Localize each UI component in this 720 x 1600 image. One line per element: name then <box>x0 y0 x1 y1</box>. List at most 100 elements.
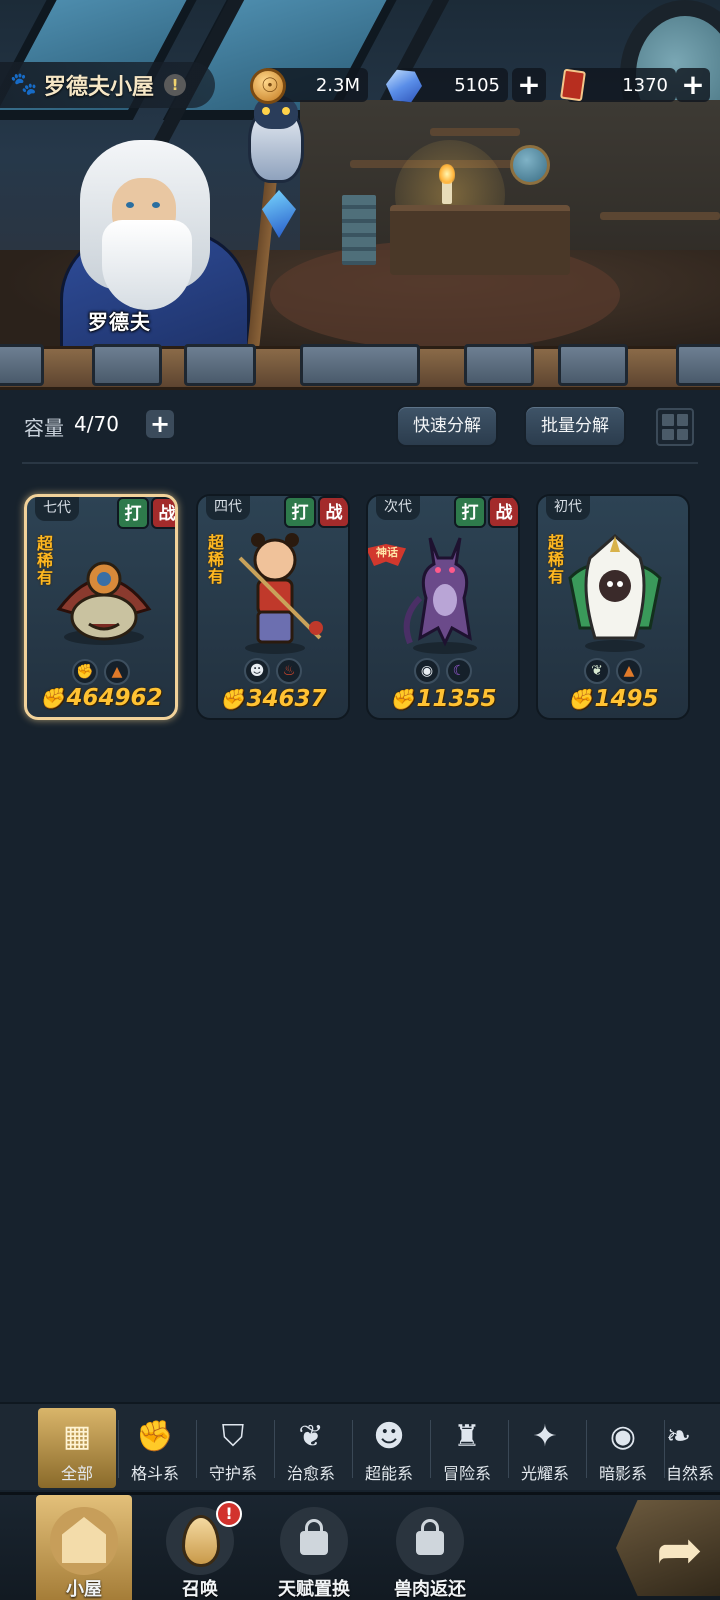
filter-label: 守护系 <box>208 1464 257 1483</box>
sprout-icon: ❦ <box>298 1419 324 1454</box>
power-icon: ✊ <box>219 687 245 711</box>
filter-healing[interactable]: ❦ 治愈系 <box>272 1408 350 1488</box>
nav-summon[interactable]: ! 召唤 <box>152 1495 248 1600</box>
rail-stone <box>464 344 534 386</box>
pet-card[interactable]: 初代 超稀有 ❦ ▲ ✊1495 <box>536 494 690 720</box>
nav-cabin[interactable]: 小屋 <box>36 1495 132 1600</box>
power-icon: ✊ <box>39 686 65 710</box>
ticket-value: 1370 <box>622 74 668 96</box>
inventory-controls: 容量 4/70 + 快速分解 批量分解 <box>0 400 720 460</box>
top-bar: 🐾 罗德夫小屋 ! 2.3M 5105 + 1370 + <box>0 62 720 110</box>
fire-icon: ♨ <box>276 658 302 684</box>
generation-label: 次代 <box>376 496 420 520</box>
nav-meat-return[interactable]: 兽肉返还 <box>382 1495 478 1600</box>
info-icon[interactable]: ! <box>164 74 187 96</box>
lock-icon <box>396 1507 464 1575</box>
filter-label: 全部 <box>60 1464 93 1483</box>
grid-view-toggle[interactable] <box>656 408 694 446</box>
lantern-icon: ♜ <box>453 1419 481 1454</box>
wall-shelf <box>600 212 720 220</box>
filter-radiant[interactable]: ✦ 光耀系 <box>506 1408 584 1488</box>
section-divider <box>22 462 698 464</box>
rock-icon: ▲ <box>104 659 130 685</box>
wizard-beard <box>102 220 192 310</box>
alien-icon: ☻ <box>373 1419 405 1454</box>
tag-fight: 战 <box>318 496 348 528</box>
filter-shadow[interactable]: ◉ 暗影系 <box>584 1408 662 1488</box>
filter-label: 超能系 <box>364 1464 413 1483</box>
go-button[interactable]: ➦ <box>616 1500 720 1596</box>
nav-label: 小屋 <box>66 1579 102 1600</box>
filter-adventure[interactable]: ♜ 冒险系 <box>428 1408 506 1488</box>
title-plate: 🐾 罗德夫小屋 ! <box>0 62 215 108</box>
bottom-nav: 小屋 ! 召唤 天赋置换 兽肉返还 <box>0 1492 720 1600</box>
add-gems-button[interactable]: + <box>512 68 546 102</box>
all-blocks-icon: ▦ <box>62 1419 92 1454</box>
wall-shelf <box>430 128 520 136</box>
filter-label: 自然系 <box>666 1464 715 1483</box>
nav-talent-swap[interactable]: 天赋置换 <box>266 1495 362 1600</box>
quick-decompose-button[interactable]: 快速分解 <box>396 405 498 447</box>
alien-icon: ☻ <box>244 658 270 684</box>
app-root: 罗德夫 🐾 罗德夫小屋 ! 2.3M 5105 + 1370 + 容量 4/70 <box>0 0 720 1600</box>
add-tickets-button[interactable]: + <box>676 68 710 102</box>
tag-hit: 打 <box>117 497 149 529</box>
filter-nature[interactable]: ❧ 自然系 <box>662 1408 720 1488</box>
filter-guardian[interactable]: ⛉ 守护系 <box>194 1408 272 1488</box>
candle-flame <box>439 164 455 184</box>
element-icons: ◉ ☾ <box>368 658 518 684</box>
pet-portrait-crab <box>56 561 152 645</box>
cabin-scene: 罗德夫 <box>0 0 720 390</box>
tag-hit: 打 <box>454 496 486 528</box>
summon-ticket-icon <box>556 68 592 104</box>
filter-fighting[interactable]: ✊ 格斗系 <box>116 1408 194 1488</box>
book-stack <box>342 195 376 265</box>
filter-label: 暗影系 <box>598 1464 647 1483</box>
element-icons: ☻ ♨ <box>198 658 348 684</box>
filter-all[interactable]: ▦ 全部 <box>38 1408 116 1488</box>
star-icon: ✦ <box>532 1419 558 1454</box>
gold-value: 2.3M <box>315 74 360 96</box>
rail-stone <box>300 344 420 386</box>
fist-icon: ✊ <box>72 659 98 685</box>
tag-hit: 打 <box>284 496 316 528</box>
generation-label: 四代 <box>206 496 250 520</box>
pet-portrait-warrior <box>238 533 323 654</box>
pet-card[interactable]: 次代 打 战 神话 ◉ ☾ ✊11355 <box>366 494 520 720</box>
shadow-eye-icon: ◉ <box>414 658 440 684</box>
filter-label: 光耀系 <box>520 1464 569 1483</box>
filter-label: 格斗系 <box>130 1464 179 1483</box>
filter-label: 冒险系 <box>442 1464 491 1483</box>
rail-stone <box>676 344 720 386</box>
power-value: ✊11355 <box>368 686 518 712</box>
sprout-icon: ❦ <box>584 658 610 684</box>
generation-label: 七代 <box>35 497 79 521</box>
arrow-right-icon: ➦ <box>656 1518 703 1583</box>
npc-name-label: 罗德夫 <box>88 310 151 334</box>
power-value: ✊34637 <box>198 686 348 712</box>
pet-card[interactable]: 七代 打 战 超稀有 ✊ ▲ ✊464962 <box>24 494 178 720</box>
element-icons: ❦ ▲ <box>538 658 688 684</box>
generation-label: 初代 <box>546 496 590 520</box>
expand-capacity-button[interactable]: + <box>146 410 174 438</box>
moon-icon: ☾ <box>446 658 472 684</box>
power-icon: ✊ <box>389 687 415 711</box>
batch-decompose-button[interactable]: 批量分解 <box>524 405 626 447</box>
power-number: 464962 <box>66 685 163 711</box>
element-icons: ✊ ▲ <box>27 659 175 685</box>
capacity-label: 容量 <box>24 416 64 440</box>
alert-badge: ! <box>216 1501 242 1527</box>
pet-portrait-dragon <box>403 537 477 654</box>
capacity-value: 4/70 <box>74 412 119 436</box>
power-icon: ✊ <box>567 687 593 711</box>
pet-card[interactable]: 四代 打 战 超稀有 ☻ ♨ ✊34637 <box>196 494 350 720</box>
rail-stone <box>0 344 44 386</box>
power-number: 11355 <box>416 686 497 712</box>
rail-stone <box>558 344 628 386</box>
lock-icon <box>280 1507 348 1575</box>
nav-label: 天赋置换 <box>278 1579 350 1600</box>
filter-psychic[interactable]: ☻ 超能系 <box>350 1408 428 1488</box>
paw-icon: 🐾 <box>10 72 38 97</box>
wizard-eye <box>152 202 160 208</box>
nav-label: 兽肉返还 <box>394 1579 466 1600</box>
